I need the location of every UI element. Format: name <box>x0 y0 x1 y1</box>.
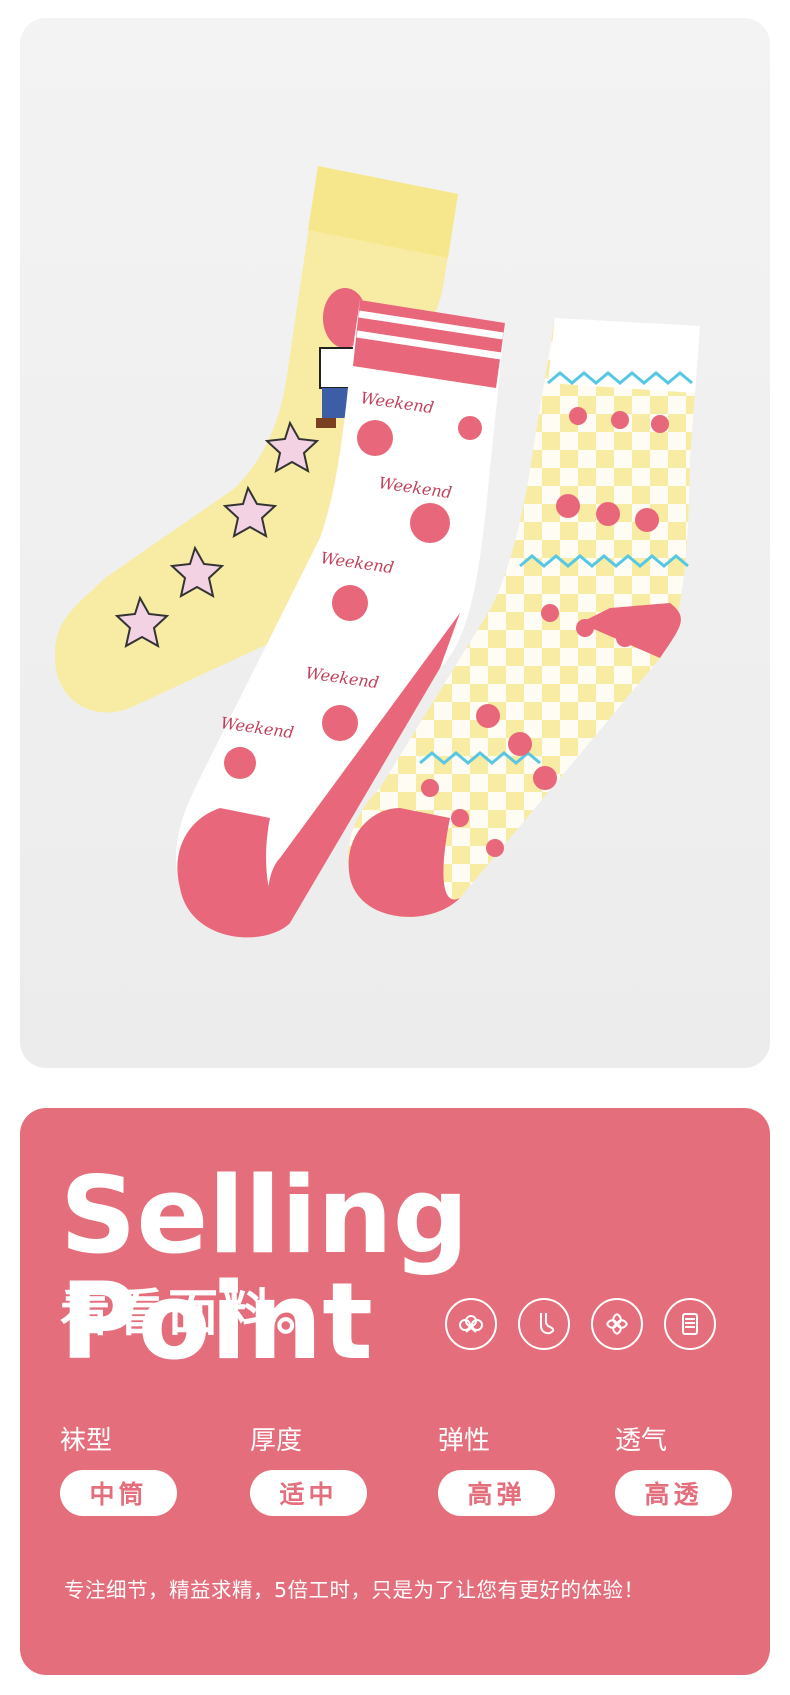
attribute-value-pill: 高弹 <box>438 1470 555 1516</box>
attribute-label: 厚度 <box>250 1426 303 1456</box>
attribute-thickness: 厚度 适中 <box>250 1428 367 1516</box>
attribute-value-pill: 中筒 <box>60 1470 177 1516</box>
socks-illustration: Weekend Weekend Weekend Weekend Weekend <box>54 166 700 938</box>
tagline: 专注细节，精益求精，5倍工时，只是为了让您有更好的体验！ <box>64 1578 645 1602</box>
attribute-value-pill: 高透 <box>615 1470 732 1516</box>
attribute-value-pill: 适中 <box>250 1470 367 1516</box>
attribute-elasticity: 弹性 高弹 <box>438 1428 555 1516</box>
attribute-label: 弹性 <box>438 1426 491 1456</box>
product-photo: Weekend Weekend Weekend Weekend Weekend <box>20 18 770 1068</box>
cotton-icon <box>445 1298 497 1350</box>
subhead: 看看面料。 <box>60 1284 330 1342</box>
foot-icon <box>518 1298 570 1350</box>
selling-point-card: Selling Point 看看面料。 袜型 中筒 厚度 适中 弹性 高弹 透气… <box>20 1108 770 1675</box>
attribute-label: 透气 <box>615 1426 668 1456</box>
attribute-breathability: 透气 高透 <box>615 1428 732 1516</box>
spin-icon <box>591 1298 643 1350</box>
yarn-spool-icon <box>664 1298 716 1350</box>
attribute-label: 袜型 <box>60 1426 113 1456</box>
feature-icons <box>445 1298 716 1350</box>
attribute-sock-type: 袜型 中筒 <box>60 1428 177 1516</box>
